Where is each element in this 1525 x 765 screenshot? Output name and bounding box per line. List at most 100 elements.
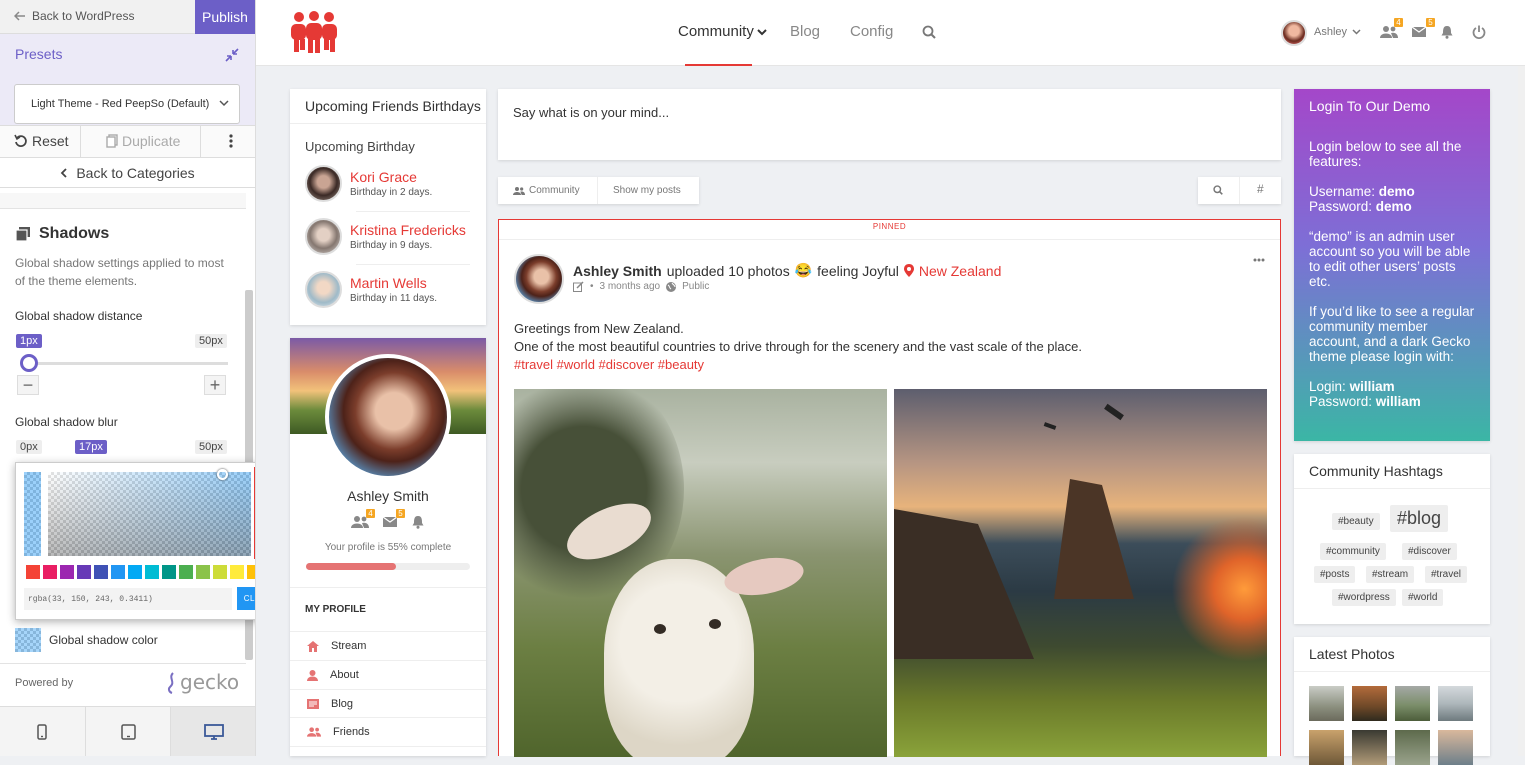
search-icon[interactable] xyxy=(922,25,936,39)
post-photo-lamb[interactable] xyxy=(514,389,887,757)
profile-name[interactable]: Ashley Smith xyxy=(290,488,486,504)
distance-slider-handle[interactable] xyxy=(20,354,38,372)
edit-icon[interactable] xyxy=(573,281,584,292)
photo-thumbnail[interactable] xyxy=(1309,686,1344,721)
filter-show-my-posts[interactable]: Show my posts xyxy=(613,185,681,196)
increase-button[interactable]: + xyxy=(204,375,226,395)
hashtag[interactable]: #wordpress xyxy=(1332,589,1396,606)
shadow-color-label: Global shadow color xyxy=(49,633,158,647)
color-swatch[interactable] xyxy=(179,565,193,579)
birthday-item[interactable]: Martin Wells Birthday in 11 days. xyxy=(305,271,437,308)
hashtag[interactable]: #travel xyxy=(1425,566,1468,583)
nav-blog[interactable]: Blog xyxy=(790,23,820,40)
post-location[interactable]: New Zealand xyxy=(919,263,1002,279)
more-horizontal-icon[interactable] xyxy=(1253,258,1265,262)
color-swatch[interactable] xyxy=(196,565,210,579)
publish-button[interactable]: Publish xyxy=(195,0,255,34)
photo-thumbnail[interactable] xyxy=(1309,730,1344,765)
avatar[interactable] xyxy=(305,218,342,255)
menu-item-friends[interactable]: Friends xyxy=(307,726,370,738)
hashtag[interactable]: #discover xyxy=(1402,543,1457,560)
photo-thumbnail[interactable] xyxy=(1395,730,1430,765)
hashtags-widget: Community Hashtags #beauty #blog #commun… xyxy=(1294,454,1490,624)
envelope-icon[interactable] xyxy=(1412,27,1426,37)
avatar[interactable] xyxy=(305,271,342,308)
desktop-preview-button[interactable] xyxy=(171,707,255,756)
envelope-icon[interactable] xyxy=(383,517,397,527)
post-time[interactable]: 3 months ago xyxy=(600,281,661,292)
color-swatch[interactable] xyxy=(26,565,40,579)
saturation-handle[interactable] xyxy=(217,469,228,480)
post-composer[interactable]: Say what is on your mind... xyxy=(498,89,1281,160)
birthday-name[interactable]: Kori Grace xyxy=(350,169,432,185)
distance-slider-track[interactable] xyxy=(22,362,228,365)
photo-thumbnail[interactable] xyxy=(1438,730,1473,765)
profile-avatar[interactable] xyxy=(325,354,451,480)
nav-config[interactable]: Config xyxy=(850,23,893,40)
mobile-preview-button[interactable] xyxy=(0,707,86,756)
color-swatch[interactable] xyxy=(43,565,57,579)
reset-button[interactable]: Reset xyxy=(14,133,69,149)
hashtag[interactable]: #stream xyxy=(1366,566,1415,583)
color-swatch[interactable] xyxy=(213,565,227,579)
hashtag-search-button[interactable]: # xyxy=(1257,182,1264,196)
close-button[interactable]: CLOSE xyxy=(237,587,255,610)
user-avatar[interactable] xyxy=(1281,20,1307,46)
hashtag[interactable]: #posts xyxy=(1314,566,1356,583)
back-to-wordpress-link[interactable]: Back to WordPress xyxy=(14,9,134,23)
photo-thumbnail[interactable] xyxy=(1395,686,1430,721)
hashtag[interactable]: #community xyxy=(1320,543,1386,560)
shadow-color-swatch[interactable] xyxy=(15,628,41,652)
menu-item-blog[interactable]: Blog xyxy=(307,698,353,710)
preset-select[interactable]: Light Theme - Red PeepSo (Default) xyxy=(14,84,240,124)
color-value-input[interactable]: rgba(33, 150, 243, 0.3411) xyxy=(24,588,232,610)
nav-community[interactable]: Community xyxy=(678,23,754,40)
decrease-button[interactable]: − xyxy=(17,375,39,395)
friends-icon[interactable] xyxy=(1380,26,1398,38)
saturation-area[interactable] xyxy=(48,472,251,556)
post-hashtags[interactable]: #travel #world #discover #beauty xyxy=(514,356,1274,374)
birthday-item[interactable]: Kristina Fredericks Birthday in 9 days. xyxy=(305,218,466,255)
search-icon[interactable] xyxy=(1213,185,1223,195)
color-swatch[interactable] xyxy=(77,565,91,579)
bell-icon[interactable] xyxy=(1441,25,1453,39)
photo-thumbnail[interactable] xyxy=(1438,686,1473,721)
birthday-item[interactable]: Kori Grace Birthday in 2 days. xyxy=(305,165,432,202)
back-to-categories-link[interactable]: Back to Categories xyxy=(0,158,255,188)
hashtag[interactable]: #world xyxy=(1402,589,1444,606)
post-author-name[interactable]: Ashley Smith xyxy=(573,263,662,279)
duplicate-button[interactable]: Duplicate xyxy=(106,133,180,149)
composer-placeholder[interactable]: Say what is on your mind... xyxy=(513,105,669,120)
tablet-preview-button[interactable] xyxy=(86,707,172,756)
birthday-name[interactable]: Kristina Fredericks xyxy=(350,222,466,238)
color-swatch[interactable] xyxy=(60,565,74,579)
filter-community[interactable]: Community xyxy=(513,185,580,196)
birthday-name[interactable]: Martin Wells xyxy=(350,275,437,291)
shadow-color-control[interactable]: Global shadow color xyxy=(15,628,158,652)
user-name[interactable]: Ashley xyxy=(1314,26,1347,38)
color-swatch[interactable] xyxy=(247,565,255,579)
site-logo[interactable] xyxy=(289,11,339,53)
globe-icon[interactable] xyxy=(666,281,677,292)
color-swatch[interactable] xyxy=(111,565,125,579)
color-swatch[interactable] xyxy=(230,565,244,579)
post-photo-coast[interactable] xyxy=(894,389,1267,757)
color-swatch[interactable] xyxy=(145,565,159,579)
collapse-icon[interactable] xyxy=(225,48,239,62)
menu-item-about[interactable]: About xyxy=(307,669,359,681)
power-icon[interactable] xyxy=(1472,25,1486,39)
menu-item-stream[interactable]: Stream xyxy=(307,640,366,652)
avatar[interactable] xyxy=(305,165,342,202)
collapsed-section-header[interactable] xyxy=(0,193,246,209)
color-swatch[interactable] xyxy=(162,565,176,579)
hashtag[interactable]: #blog xyxy=(1390,505,1449,532)
bell-icon[interactable] xyxy=(412,515,424,529)
photo-thumbnail[interactable] xyxy=(1352,686,1387,721)
more-vertical-icon[interactable] xyxy=(229,134,233,148)
preview-scrollbar[interactable] xyxy=(1518,66,1525,756)
hashtag[interactable]: #beauty xyxy=(1332,513,1380,530)
photo-thumbnail[interactable] xyxy=(1352,730,1387,765)
color-swatch[interactable] xyxy=(128,565,142,579)
post-author-avatar[interactable] xyxy=(514,254,564,304)
color-swatch[interactable] xyxy=(94,565,108,579)
